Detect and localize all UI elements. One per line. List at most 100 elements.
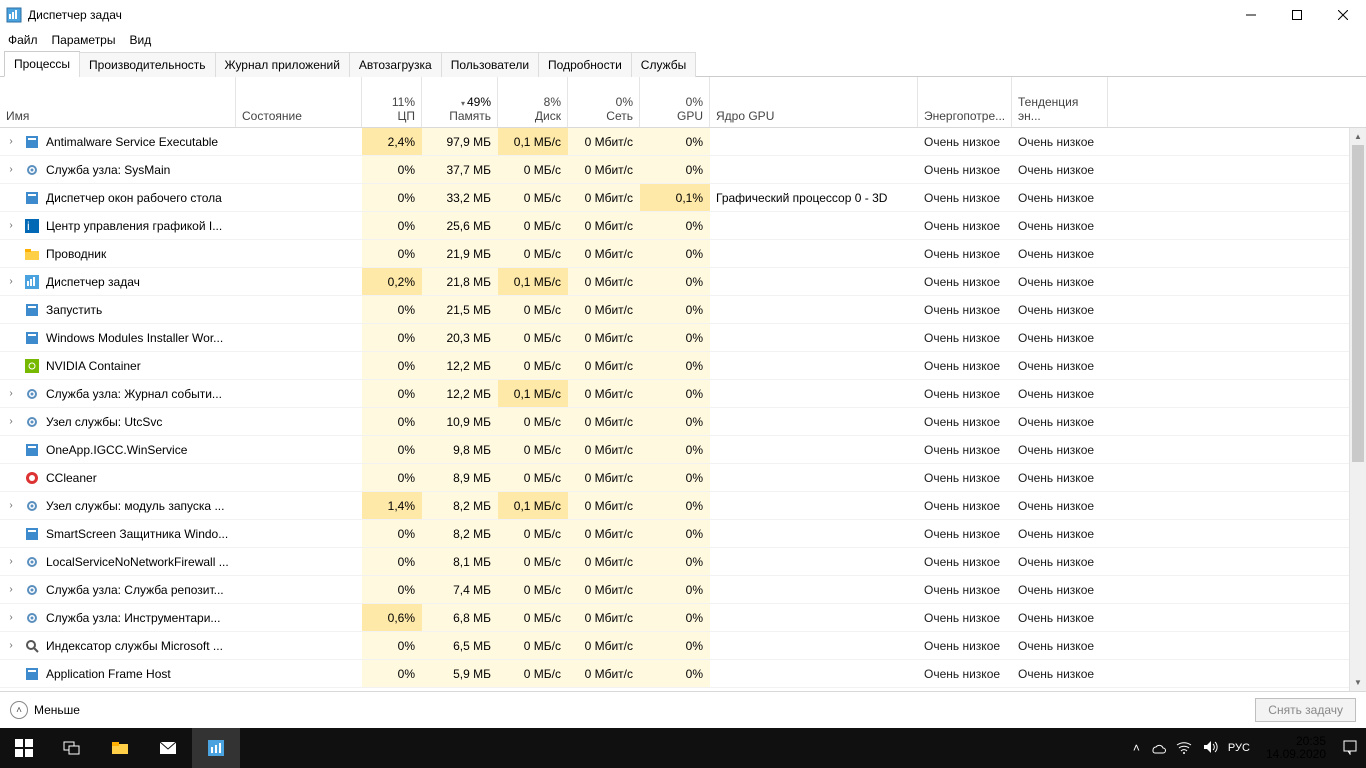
- cell-state: [236, 408, 362, 435]
- col-disk[interactable]: 8%Диск: [498, 77, 568, 127]
- table-row[interactable]: Запустить0%21,5 МБ0 МБ/с0 Мбит/с0%Очень …: [0, 296, 1366, 324]
- cell-gpu: 0%: [640, 660, 710, 687]
- taskbar-taskmgr-icon[interactable]: [192, 728, 240, 768]
- cell-cpu: 0%: [362, 240, 422, 267]
- cell-trend: Очень низкое: [1012, 492, 1108, 519]
- col-power-trend[interactable]: Тенденция эн...: [1012, 77, 1108, 127]
- cell-gpu-engine: [710, 128, 918, 155]
- cell-disk: 0 МБ/с: [498, 240, 568, 267]
- table-row[interactable]: Application Frame Host0%5,9 МБ0 МБ/с0 Мб…: [0, 660, 1366, 688]
- table-row[interactable]: ›Служба узла: Инструментари...0,6%6,8 МБ…: [0, 604, 1366, 632]
- tab-0[interactable]: Процессы: [4, 51, 80, 77]
- tab-5[interactable]: Подробности: [538, 52, 632, 77]
- table-row[interactable]: ›Узел службы: UtcSvc0%10,9 МБ0 МБ/с0 Мби…: [0, 408, 1366, 436]
- cell-state: [236, 436, 362, 463]
- expand-icon[interactable]: ›: [4, 220, 18, 231]
- expand-icon[interactable]: ›: [4, 500, 18, 511]
- end-task-button[interactable]: Снять задачу: [1255, 698, 1356, 722]
- expand-icon[interactable]: ›: [4, 612, 18, 623]
- tab-3[interactable]: Автозагрузка: [349, 52, 442, 77]
- expand-icon[interactable]: ›: [4, 640, 18, 651]
- expand-icon[interactable]: ›: [4, 388, 18, 399]
- cell-network: 0 Мбит/с: [568, 212, 640, 239]
- table-row[interactable]: ›Служба узла: Журнал событи...0%12,2 МБ0…: [0, 380, 1366, 408]
- cell-name: Application Frame Host: [0, 660, 236, 687]
- tab-1[interactable]: Производительность: [79, 52, 215, 77]
- scroll-up-icon[interactable]: ▲: [1350, 128, 1366, 145]
- scroll-down-icon[interactable]: ▼: [1350, 674, 1366, 691]
- tray-wifi-icon[interactable]: [1176, 739, 1192, 758]
- taskbar-mail-icon[interactable]: [144, 728, 192, 768]
- col-power[interactable]: Энергопотре...: [918, 77, 1012, 127]
- table-row[interactable]: ›Служба узла: SysMain0%37,7 МБ0 МБ/с0 Мб…: [0, 156, 1366, 184]
- process-icon: [24, 470, 40, 486]
- process-icon: [24, 358, 40, 374]
- tray-clock[interactable]: 20:35 14.09.2020: [1260, 735, 1332, 761]
- cell-disk: 0 МБ/с: [498, 296, 568, 323]
- cell-trend: Очень низкое: [1012, 128, 1108, 155]
- cell-memory: 21,5 МБ: [422, 296, 498, 323]
- table-row[interactable]: NVIDIA Container0%12,2 МБ0 МБ/с0 Мбит/с0…: [0, 352, 1366, 380]
- tray-volume-icon[interactable]: [1202, 739, 1218, 758]
- expand-icon[interactable]: ›: [4, 584, 18, 595]
- tab-2[interactable]: Журнал приложений: [215, 52, 350, 77]
- maximize-button[interactable]: [1274, 0, 1320, 30]
- process-name: OneApp.IGCC.WinService: [46, 443, 187, 457]
- table-row[interactable]: ›Antimalware Service Executable2,4%97,9 …: [0, 128, 1366, 156]
- menu-view[interactable]: Вид: [129, 33, 151, 47]
- cell-gpu: 0%: [640, 156, 710, 183]
- scrollbar-thumb[interactable]: [1352, 145, 1364, 462]
- table-row[interactable]: SmartScreen Защитника Windo...0%8,2 МБ0 …: [0, 520, 1366, 548]
- table-row[interactable]: CCleaner0%8,9 МБ0 МБ/с0 Мбит/с0%Очень ни…: [0, 464, 1366, 492]
- col-gpu[interactable]: 0%GPU: [640, 77, 710, 127]
- tray-chevron-up-icon[interactable]: ˄: [1133, 741, 1140, 755]
- col-cpu[interactable]: 11%ЦП: [362, 77, 422, 127]
- table-row[interactable]: ›Служба узла: Служба репозит...0%7,4 МБ0…: [0, 576, 1366, 604]
- menu-file[interactable]: Файл: [8, 33, 38, 47]
- expand-icon[interactable]: ›: [4, 164, 18, 175]
- cell-network: 0 Мбит/с: [568, 436, 640, 463]
- tray-notifications-icon[interactable]: [1342, 739, 1358, 758]
- col-state[interactable]: Состояние: [236, 77, 362, 127]
- menu-options[interactable]: Параметры: [52, 33, 116, 47]
- table-row[interactable]: ›iЦентр управления графикой I...0%25,6 М…: [0, 212, 1366, 240]
- tab-4[interactable]: Пользователи: [441, 52, 539, 77]
- cell-disk: 0 МБ/с: [498, 464, 568, 491]
- cell-network: 0 Мбит/с: [568, 296, 640, 323]
- table-row[interactable]: ›LocalServiceNoNetworkFirewall ...0%8,1 …: [0, 548, 1366, 576]
- expand-icon[interactable]: ›: [4, 416, 18, 427]
- start-button[interactable]: [0, 728, 48, 768]
- col-memory[interactable]: ▾49%Память: [422, 77, 498, 127]
- vertical-scrollbar[interactable]: ▲ ▼: [1349, 128, 1366, 691]
- expand-icon[interactable]: ›: [4, 556, 18, 567]
- table-row[interactable]: ›Узел службы: модуль запуска ...1,4%8,2 …: [0, 492, 1366, 520]
- table-row[interactable]: OneApp.IGCC.WinService0%9,8 МБ0 МБ/с0 Мб…: [0, 436, 1366, 464]
- cell-memory: 8,1 МБ: [422, 548, 498, 575]
- cell-memory: 97,9 МБ: [422, 128, 498, 155]
- process-icon: [24, 638, 40, 654]
- table-row[interactable]: ›Индексатор службы Microsoft ...0%6,5 МБ…: [0, 632, 1366, 660]
- taskbar-explorer-icon[interactable]: [96, 728, 144, 768]
- cell-gpu-engine: [710, 632, 918, 659]
- task-view-button[interactable]: [48, 728, 96, 768]
- tray-language[interactable]: РУС: [1228, 742, 1250, 754]
- cell-gpu-engine: [710, 492, 918, 519]
- expand-icon[interactable]: ›: [4, 276, 18, 287]
- table-row[interactable]: Windows Modules Installer Wor...0%20,3 М…: [0, 324, 1366, 352]
- table-row[interactable]: Проводник0%21,9 МБ0 МБ/с0 Мбит/с0%Очень …: [0, 240, 1366, 268]
- cell-power: Очень низкое: [918, 240, 1012, 267]
- table-row[interactable]: Диспетчер окон рабочего стола0%33,2 МБ0 …: [0, 184, 1366, 212]
- cell-gpu-engine: [710, 660, 918, 687]
- close-button[interactable]: [1320, 0, 1366, 30]
- tray-onedrive-icon[interactable]: [1150, 739, 1166, 758]
- table-row[interactable]: ›Диспетчер задач0,2%21,8 МБ0,1 МБ/с0 Мби…: [0, 268, 1366, 296]
- col-network[interactable]: 0%Сеть: [568, 77, 640, 127]
- col-name[interactable]: Имя: [0, 77, 236, 127]
- expand-icon[interactable]: ›: [4, 136, 18, 147]
- process-icon: [24, 554, 40, 570]
- cell-power: Очень низкое: [918, 324, 1012, 351]
- col-gpu-engine[interactable]: Ядро GPU: [710, 77, 918, 127]
- tab-6[interactable]: Службы: [631, 52, 696, 77]
- fewer-details-button[interactable]: ˄ Меньше: [10, 701, 80, 719]
- minimize-button[interactable]: [1228, 0, 1274, 30]
